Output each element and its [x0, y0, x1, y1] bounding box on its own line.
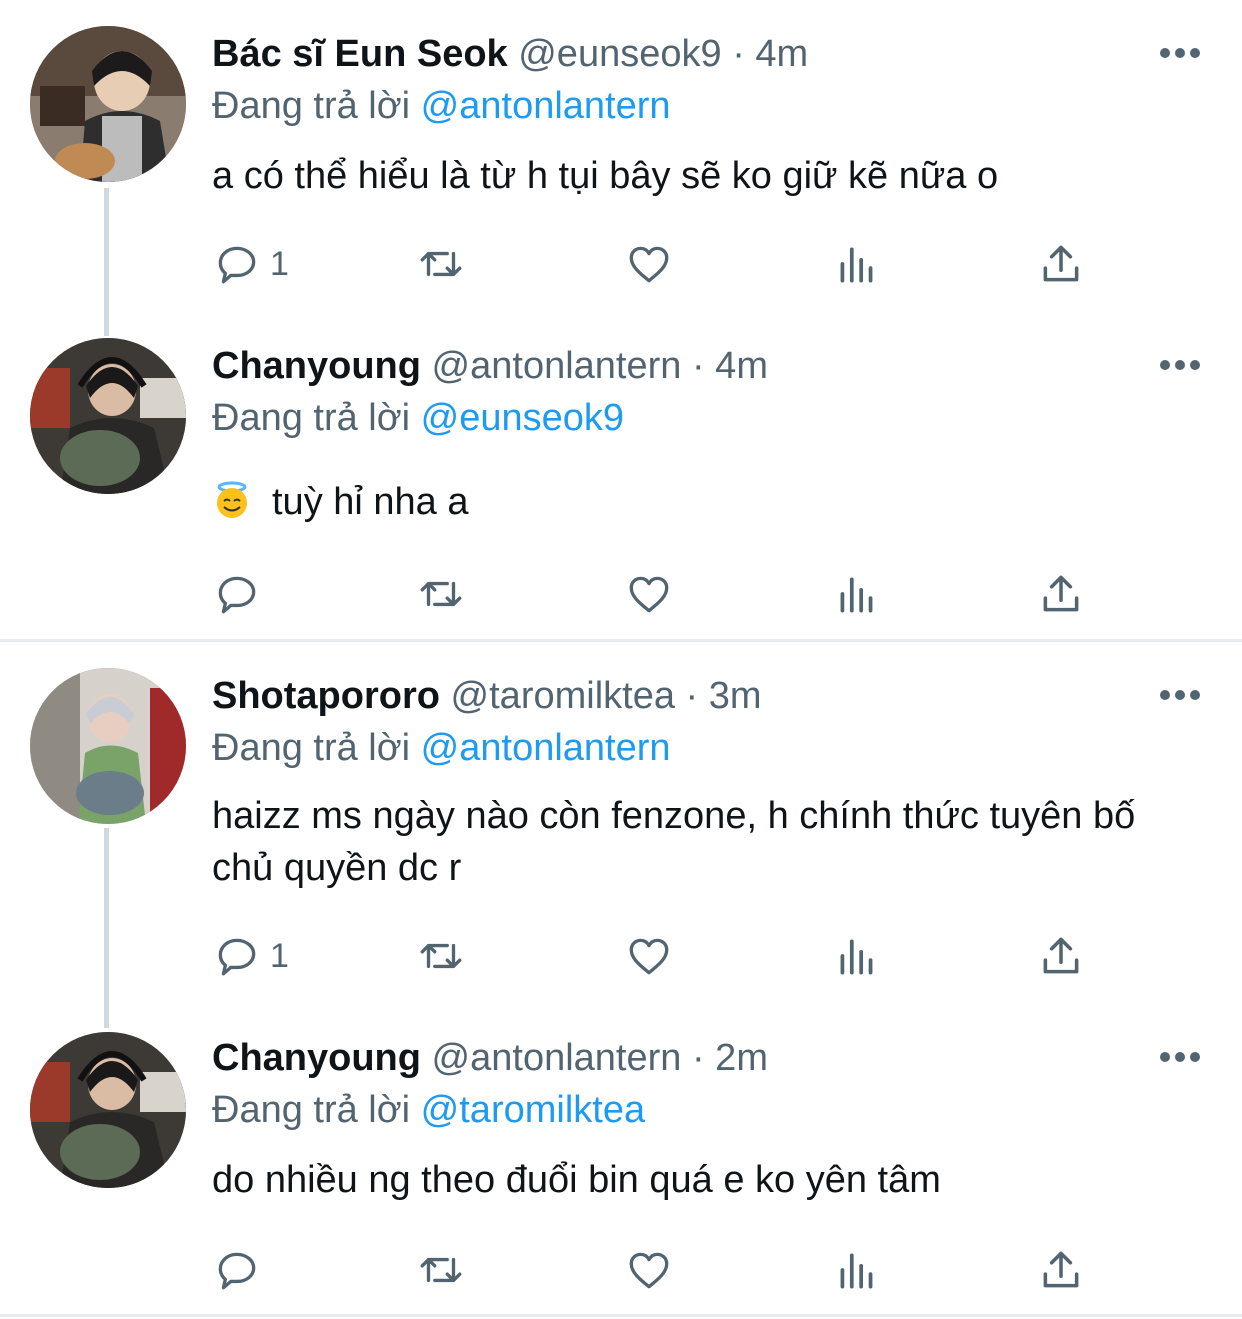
more-icon[interactable] [1158, 43, 1202, 63]
share-button[interactable] [1036, 1242, 1086, 1298]
reply-button[interactable]: 1 [212, 928, 289, 984]
smiling-face-with-halo-icon [217, 481, 247, 518]
handle[interactable]: @eunseok9 [518, 33, 721, 75]
handle[interactable]: @antonlantern [432, 345, 682, 387]
more-icon[interactable] [1158, 685, 1202, 705]
mention-link[interactable]: @eunseok9 [421, 397, 624, 439]
retweet-icon [420, 581, 462, 607]
retweet-icon [420, 251, 462, 277]
tweet-text-container: tuỳ hỉ nha a [212, 476, 1172, 528]
like-button[interactable] [624, 566, 674, 622]
avatar-photo-icon [30, 26, 186, 182]
reply-icon [218, 938, 256, 976]
action-bar [212, 1242, 1112, 1298]
share-icon [1043, 245, 1079, 282]
more-icon[interactable] [1158, 1047, 1202, 1067]
replying-prefix: Đang trả lời [212, 397, 411, 439]
display-name[interactable]: Bác sĩ Eun Seok [212, 33, 508, 75]
share-button[interactable] [1036, 566, 1086, 622]
analytics-icon [840, 577, 873, 613]
reply-button[interactable]: 1 [212, 236, 289, 292]
handle[interactable]: @antonlantern [432, 1037, 682, 1079]
replying-to: Đang trả lời @taromilktea [212, 1084, 645, 1136]
avatar-photo-icon [30, 1032, 186, 1188]
share-button[interactable] [1036, 928, 1086, 984]
mention-link[interactable]: @taromilktea [421, 1089, 645, 1131]
avatar[interactable] [30, 1032, 186, 1188]
tweet-header: Shotapororo @taromilktea · 3m [212, 670, 762, 722]
analytics-icon [840, 1253, 873, 1289]
bottom-divider [0, 1314, 1242, 1317]
retweet-button[interactable] [416, 566, 466, 622]
reply-icon [218, 1252, 256, 1290]
like-button[interactable] [624, 1242, 674, 1298]
tweet-header: Chanyoung @antonlantern · 4m [212, 340, 768, 392]
replying-to: Đang trả lời @eunseok9 [212, 392, 624, 444]
display-name[interactable]: Chanyoung [212, 1037, 421, 1079]
tweet[interactable]: Chanyoung @antonlantern · 2m Đang trả lờ… [0, 1012, 1242, 1312]
retweet-button[interactable] [416, 236, 466, 292]
heart-icon [629, 1252, 669, 1289]
mention-link[interactable]: @antonlantern [421, 727, 671, 769]
replying-prefix: Đang trả lời [212, 1089, 411, 1131]
timestamp[interactable]: · 4m [732, 33, 808, 75]
tweet[interactable]: Chanyoung @antonlantern · 4m Đang trả lờ… [0, 330, 1242, 640]
heart-icon [629, 938, 669, 975]
analytics-icon [840, 247, 873, 283]
reply-icon [218, 246, 256, 284]
avatar-photo-icon [30, 668, 186, 824]
share-icon [1043, 575, 1079, 612]
handle[interactable]: @taromilktea [451, 675, 675, 717]
replying-to: Đang trả lời @antonlantern [212, 80, 671, 132]
timestamp[interactable]: · 4m [692, 345, 768, 387]
replying-to: Đang trả lời @antonlantern [212, 722, 671, 774]
retweet-button[interactable] [416, 928, 466, 984]
avatar[interactable] [30, 668, 186, 824]
tweet-text: tuỳ hỉ nha a [272, 481, 469, 523]
action-bar: 1 [212, 236, 1112, 292]
tweet-text: do nhiều ng theo đuổi bin quá e ko yên t… [212, 1159, 941, 1201]
replying-prefix: Đang trả lời [212, 85, 411, 127]
timestamp[interactable]: · 2m [692, 1037, 768, 1079]
retweet-icon [420, 943, 462, 969]
display-name[interactable]: Chanyoung [212, 345, 421, 387]
like-button[interactable] [624, 928, 674, 984]
tweet[interactable]: Bác sĩ Eun Seok @eunseok9 · 4m Đang trả … [0, 0, 1242, 330]
share-icon [1043, 1251, 1079, 1288]
share-button[interactable] [1036, 236, 1086, 292]
heart-icon [629, 246, 669, 283]
display-name[interactable]: Shotapororo [212, 675, 440, 717]
mention-link[interactable]: @antonlantern [421, 85, 671, 127]
share-icon [1043, 937, 1079, 974]
reply-icon [218, 576, 256, 614]
more-icon[interactable] [1158, 355, 1202, 375]
tweet-text: a có thể hiểu là từ h tụi bây sẽ ko giữ … [212, 155, 999, 197]
views-button[interactable] [832, 566, 882, 622]
tweet-text: haizz ms ngày nào còn fenzone, h chính t… [212, 795, 1136, 889]
reply-button[interactable] [212, 1242, 262, 1298]
views-button[interactable] [832, 1242, 882, 1298]
like-button[interactable] [624, 236, 674, 292]
replying-prefix: Đang trả lời [212, 727, 411, 769]
reply-count: 1 [270, 244, 289, 283]
avatar-photo-icon [30, 338, 186, 494]
tweet[interactable]: Shotapororo @taromilktea · 3m Đang trả l… [0, 642, 1242, 1002]
views-button[interactable] [832, 928, 882, 984]
tweet-header: Chanyoung @antonlantern · 2m [212, 1032, 768, 1084]
retweet-icon [420, 1257, 462, 1283]
avatar[interactable] [30, 26, 186, 182]
retweet-button[interactable] [416, 1242, 466, 1298]
timestamp[interactable]: · 3m [686, 675, 762, 717]
views-button[interactable] [832, 236, 882, 292]
heart-icon [629, 576, 669, 613]
action-bar: 1 [212, 928, 1112, 984]
action-bar [212, 566, 1112, 622]
reply-count: 1 [270, 936, 289, 975]
avatar[interactable] [30, 338, 186, 494]
analytics-icon [840, 939, 873, 975]
reply-button[interactable] [212, 566, 262, 622]
tweet-header: Bác sĩ Eun Seok @eunseok9 · 4m [212, 28, 808, 80]
